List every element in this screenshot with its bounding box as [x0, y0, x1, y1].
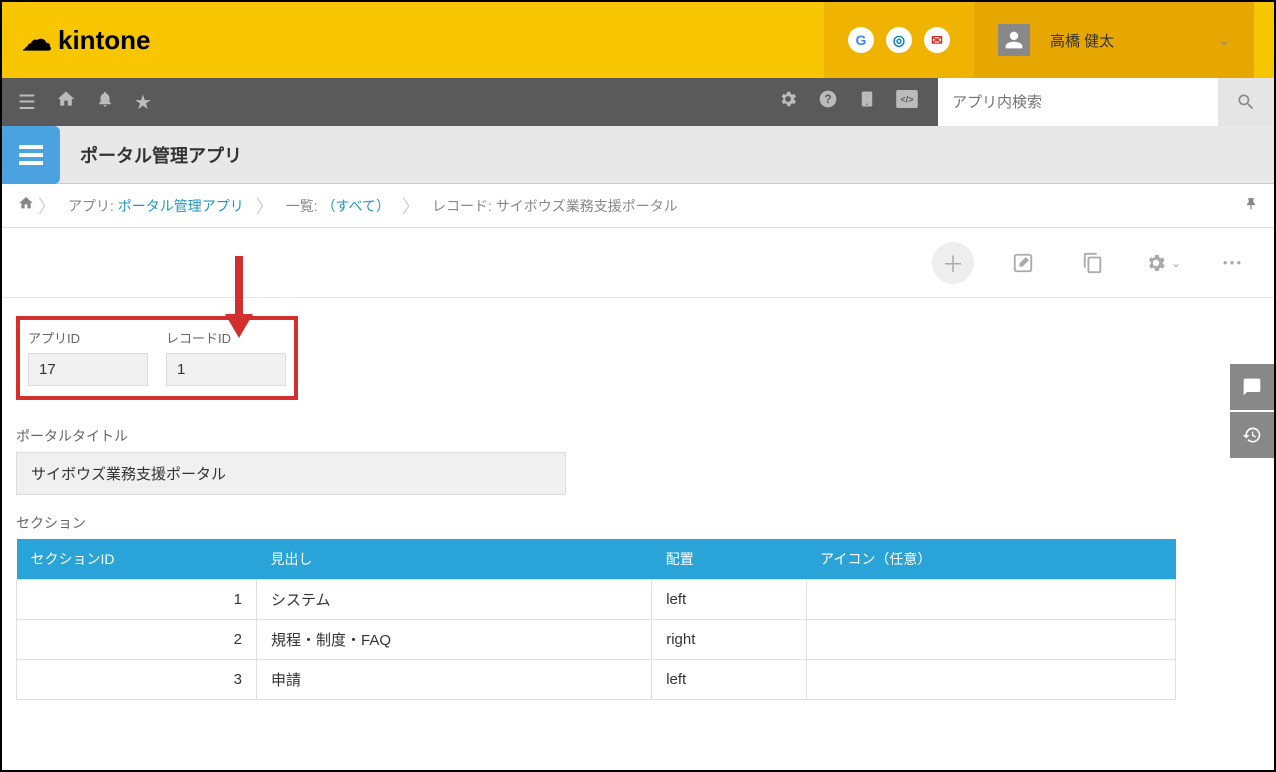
- edit-button[interactable]: [1002, 242, 1044, 284]
- global-header: ☁ kintone G ◎ ✉ 高橋 健太 ⌄: [2, 2, 1274, 78]
- outlook-shortcut-icon[interactable]: ◎: [886, 27, 912, 53]
- id-highlight-box: アプリID 17 レコードID 1: [16, 316, 298, 400]
- add-button[interactable]: ＋: [932, 242, 974, 284]
- comment-tab[interactable]: [1230, 364, 1274, 410]
- breadcrumb-record: レコード: サイボウズ業務支援ポータル: [424, 196, 686, 216]
- breadcrumb-list: 一覧: （すべて）: [278, 196, 398, 216]
- section-table: セクションID 見出し 配置 アイコン（任意） 1 システム left 2 規程…: [16, 539, 1176, 700]
- record-body: アプリID 17 レコードID 1 ポータルタイトル サイボウズ業務支援ポータル…: [2, 298, 1274, 718]
- star-icon[interactable]: ★: [134, 90, 152, 115]
- breadcrumb-app: アプリ: ポータル管理アプリ: [60, 196, 252, 216]
- search-box: [938, 78, 1274, 126]
- avatar-icon: [998, 24, 1030, 56]
- section-label: セクション: [16, 513, 1260, 533]
- svg-text:</>: </>: [900, 95, 913, 105]
- code-icon[interactable]: </>: [896, 90, 918, 114]
- col-section-id: セクションID: [17, 539, 257, 580]
- app-id-label: アプリID: [28, 328, 148, 347]
- col-heading: 見出し: [257, 539, 652, 580]
- record-id-label: レコードID: [166, 328, 286, 347]
- table-row: 2 規程・制度・FAQ right: [17, 620, 1176, 660]
- side-tabs: [1230, 364, 1274, 460]
- menu-icon[interactable]: ☰: [18, 90, 36, 115]
- table-row: 1 システム left: [17, 580, 1176, 620]
- breadcrumb-home-icon[interactable]: [18, 195, 34, 216]
- table-row: 3 申請 left: [17, 660, 1176, 700]
- col-placement: 配置: [652, 539, 806, 580]
- record-id-field: レコードID 1: [166, 328, 286, 386]
- app-list-icon[interactable]: [2, 126, 60, 184]
- app-shortcuts: G ◎ ✉: [824, 2, 974, 78]
- gear-icon[interactable]: [778, 89, 798, 115]
- more-button[interactable]: ●●●: [1212, 242, 1254, 284]
- app-id-field: アプリID 17: [28, 328, 148, 386]
- app-title: ポータル管理アプリ: [60, 142, 242, 168]
- breadcrumb-app-link[interactable]: ポータル管理アプリ: [118, 198, 244, 214]
- product-logo[interactable]: ☁ kintone: [22, 23, 150, 58]
- home-icon[interactable]: [56, 89, 76, 115]
- search-input[interactable]: [938, 78, 1218, 126]
- svg-text:?: ?: [824, 93, 831, 106]
- google-shortcut-icon[interactable]: G: [848, 27, 874, 53]
- settings-button[interactable]: ⌄: [1142, 242, 1184, 284]
- history-tab[interactable]: [1230, 412, 1274, 458]
- app-id-value: 17: [28, 353, 148, 386]
- record-action-bar: ＋ ⌄ ●●●: [2, 228, 1274, 298]
- portal-title-value: サイボウズ業務支援ポータル: [16, 452, 566, 495]
- copy-button[interactable]: [1072, 242, 1114, 284]
- breadcrumb: 〉 アプリ: ポータル管理アプリ 〉 一覧: （すべて） 〉 レコード: サイボ…: [2, 184, 1274, 228]
- help-icon[interactable]: ?: [818, 89, 838, 115]
- search-button[interactable]: [1218, 78, 1274, 126]
- pin-icon[interactable]: [1244, 197, 1258, 214]
- col-icon: アイコン（任意）: [806, 539, 1175, 580]
- breadcrumb-separator: 〉: [256, 193, 274, 219]
- app-title-bar: ポータル管理アプリ: [2, 126, 1274, 184]
- user-menu[interactable]: 高橋 健太 ⌄: [974, 2, 1254, 78]
- chevron-down-icon: ⌄: [1218, 32, 1230, 49]
- portal-title-label: ポータルタイトル: [16, 426, 1260, 446]
- breadcrumb-separator: 〉: [402, 193, 420, 219]
- cloud-icon: ☁: [22, 23, 52, 58]
- product-name: kintone: [58, 25, 150, 56]
- mail-shortcut-icon[interactable]: ✉: [924, 27, 950, 53]
- user-name: 高橋 健太: [1050, 30, 1114, 51]
- bell-icon[interactable]: [96, 90, 114, 114]
- record-id-value: 1: [166, 353, 286, 386]
- breadcrumb-list-link[interactable]: （すべて）: [322, 198, 390, 214]
- main-toolbar: ☰ ★ ? </>: [2, 78, 1274, 126]
- breadcrumb-separator: 〉: [38, 193, 56, 219]
- tablet-icon[interactable]: [858, 90, 876, 114]
